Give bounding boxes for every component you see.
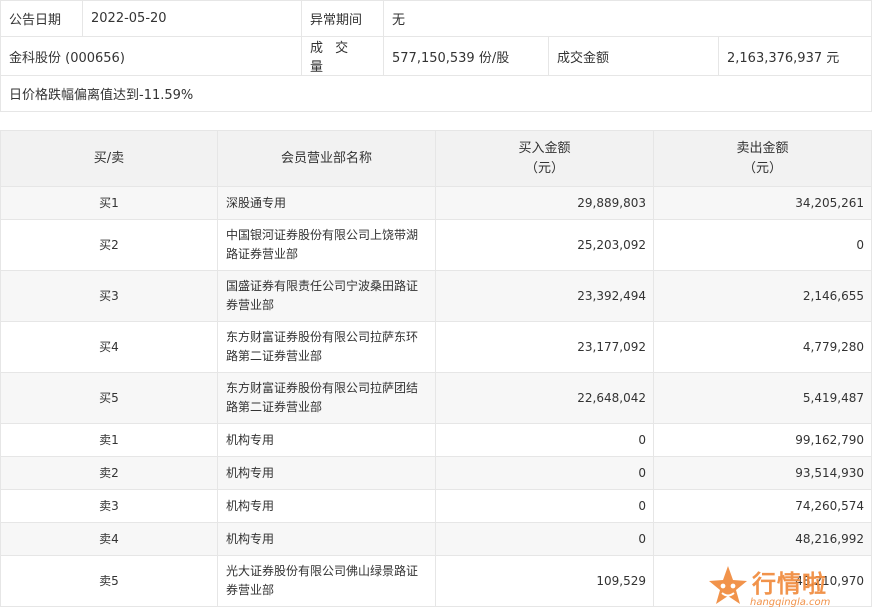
header-sell-unit: （元） xyxy=(742,160,782,176)
row-side: 买5 xyxy=(0,372,218,424)
detail-header-row: 买/卖 会员营业部名称 买入金额 （元） 卖出金额 （元） xyxy=(0,130,872,187)
turnover-value: 2,163,376,937 元 xyxy=(717,36,872,76)
table-row: 买5 东方财富证券股份有限公司拉萨团结路第二证券营业部 22,648,042 5… xyxy=(0,372,872,424)
row-branch: 国盛证券有限责任公司宁波桑田路证券营业部 xyxy=(217,270,436,322)
table-row: 卖3 机构专用 0 74,260,574 xyxy=(0,489,872,523)
trading-detail-table: 买/卖 会员营业部名称 买入金额 （元） 卖出金额 （元） 买1 深股通专用 2… xyxy=(0,130,872,607)
header-buy-unit: （元） xyxy=(524,160,564,176)
table-row: 卖4 机构专用 0 48,216,992 xyxy=(0,522,872,556)
row-buy-amount: 29,889,803 xyxy=(435,186,654,220)
row-side: 买3 xyxy=(0,270,218,322)
table-row: 买1 深股通专用 29,889,803 34,205,261 xyxy=(0,186,872,220)
header-sell-amount-label: 卖出金额 xyxy=(736,140,789,156)
row-buy-amount: 23,392,494 xyxy=(435,270,654,322)
watermark-brand: 行情啦 xyxy=(752,570,827,598)
row-branch: 机构专用 xyxy=(217,522,436,556)
table-row: 卖1 机构专用 0 99,162,790 xyxy=(0,423,872,457)
row-buy-amount: 0 xyxy=(435,456,654,490)
site-watermark: 行情啦 hangqingla.com xyxy=(706,560,872,616)
row-side: 卖3 xyxy=(0,489,218,523)
row-branch: 光大证券股份有限公司佛山绿景路证券营业部 xyxy=(217,555,436,607)
abnormal-reason: 日价格跌幅偏离值达到-11.59% xyxy=(0,75,872,112)
row-side: 卖4 xyxy=(0,522,218,556)
row-branch: 深股通专用 xyxy=(217,186,436,220)
header-buy-amount: 买入金额 （元） xyxy=(435,130,654,187)
row-sell-amount: 5,419,487 xyxy=(653,372,872,424)
row-buy-amount: 0 xyxy=(435,522,654,556)
header-buy-amount-label: 买入金额 xyxy=(518,140,571,156)
row-side: 买1 xyxy=(0,186,218,220)
turnover-label: 成交金额 xyxy=(548,36,719,76)
row-sell-amount: 48,216,992 xyxy=(653,522,872,556)
abnormal-period-label: 异常期间 xyxy=(301,0,384,37)
info-row-reason: 日价格跌幅偏离值达到-11.59% xyxy=(0,75,872,112)
row-side: 买2 xyxy=(0,219,218,271)
volume-value: 577,150,539 份/股 xyxy=(383,36,549,76)
row-branch: 机构专用 xyxy=(217,489,436,523)
row-branch: 东方财富证券股份有限公司拉萨团结路第二证券营业部 xyxy=(217,372,436,424)
row-branch: 东方财富证券股份有限公司拉萨东环路第二证券营业部 xyxy=(217,321,436,373)
row-side: 卖2 xyxy=(0,456,218,490)
row-side: 卖5 xyxy=(0,555,218,607)
info-row-date: 公告日期 2022-05-20 异常期间 无 xyxy=(0,0,872,37)
row-sell-amount: 2,146,655 xyxy=(653,270,872,322)
row-buy-amount: 109,529 xyxy=(435,555,654,607)
row-sell-amount: 4,779,280 xyxy=(653,321,872,373)
volume-label: 成 交 量 xyxy=(301,36,384,76)
row-branch: 机构专用 xyxy=(217,423,436,457)
row-branch: 机构专用 xyxy=(217,456,436,490)
row-sell-amount: 34,205,261 xyxy=(653,186,872,220)
stock-name: 金科股份 (000656) xyxy=(0,36,302,76)
row-buy-amount: 0 xyxy=(435,423,654,457)
table-row: 买3 国盛证券有限责任公司宁波桑田路证券营业部 23,392,494 2,146… xyxy=(0,270,872,322)
row-branch: 中国银河证券股份有限公司上饶带湖路证券营业部 xyxy=(217,219,436,271)
row-sell-amount: 93,514,930 xyxy=(653,456,872,490)
row-sell-amount: 74,260,574 xyxy=(653,489,872,523)
table-row: 买2 中国银河证券股份有限公司上饶带湖路证券营业部 25,203,092 0 xyxy=(0,219,872,271)
header-branch: 会员营业部名称 xyxy=(217,130,436,187)
row-buy-amount: 22,648,042 xyxy=(435,372,654,424)
header-sell-amount: 卖出金额 （元） xyxy=(653,130,872,187)
header-side: 买/卖 xyxy=(0,130,218,187)
table-row: 买4 东方财富证券股份有限公司拉萨东环路第二证券营业部 23,177,092 4… xyxy=(0,321,872,373)
row-sell-amount: 0 xyxy=(653,219,872,271)
stock-info-table: 公告日期 2022-05-20 异常期间 无 金科股份 (000656) 成 交… xyxy=(0,0,872,112)
announce-date-value: 2022-05-20 xyxy=(82,0,302,37)
info-row-stats: 金科股份 (000656) 成 交 量 577,150,539 份/股 成交金额… xyxy=(0,36,872,76)
row-side: 卖1 xyxy=(0,423,218,457)
row-sell-amount: 99,162,790 xyxy=(653,423,872,457)
abnormal-period-value: 无 xyxy=(382,0,872,37)
row-buy-amount: 25,203,092 xyxy=(435,219,654,271)
announce-date-label: 公告日期 xyxy=(0,0,83,37)
star-logo-icon xyxy=(709,566,747,604)
row-buy-amount: 23,177,092 xyxy=(435,321,654,373)
watermark-site: hangqingla.com xyxy=(750,597,831,608)
row-buy-amount: 0 xyxy=(435,489,654,523)
table-row: 卖2 机构专用 0 93,514,930 xyxy=(0,456,872,490)
row-side: 买4 xyxy=(0,321,218,373)
